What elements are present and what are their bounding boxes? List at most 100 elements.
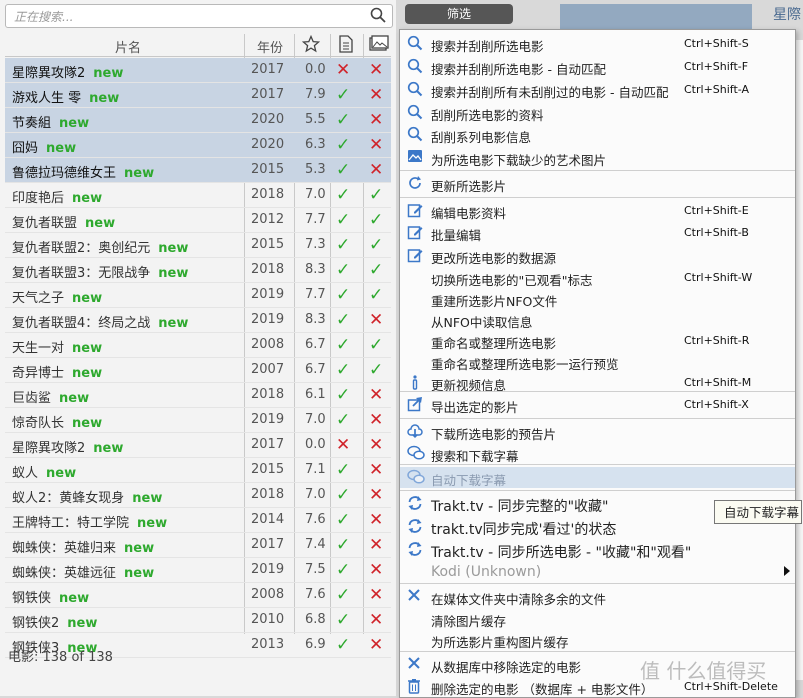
new-badge: new bbox=[46, 466, 77, 481]
movie-year: 2020 bbox=[251, 137, 285, 152]
menu-item-label: 清除图片缓存 bbox=[431, 614, 507, 629]
new-badge: new bbox=[124, 566, 155, 581]
refresh-icon bbox=[407, 175, 425, 191]
menu-item[interactable]: 为所选影片重构图片缓存 bbox=[400, 629, 795, 650]
menu-item[interactable]: 重命名或整理所选电影一运行预览 bbox=[400, 351, 795, 372]
check-icon: ✓ bbox=[336, 610, 351, 630]
movie-year: 2019 bbox=[251, 562, 285, 577]
filter-button[interactable]: 筛选 bbox=[405, 4, 513, 24]
menu-item[interactable]: 搜索并刮削所选电影 Ctrl+Shift-S bbox=[400, 33, 795, 54]
table-row[interactable]: 游戏人生 零 new 2017 7.9 ✓ ✕ bbox=[5, 83, 391, 108]
table-row[interactable]: 复仇者联盟3：无限战争 new 2018 8.3 ✓ ✓ bbox=[5, 258, 391, 283]
menu-item[interactable]: 导出选定的影片 Ctrl+Shift-X bbox=[400, 394, 795, 415]
menu-item[interactable]: 从NFO中读取信息 bbox=[400, 309, 795, 330]
cross-icon: ✕ bbox=[369, 535, 384, 555]
table-row[interactable]: 钢铁侠2 new 2010 6.8 ✓ ✕ bbox=[5, 608, 391, 633]
menu-item[interactable]: 清除图片缓存 bbox=[400, 608, 795, 629]
search-icon[interactable] bbox=[370, 7, 386, 27]
check-icon: ✓ bbox=[336, 410, 351, 430]
menu-item[interactable]: 下载所选电影的预告片 bbox=[400, 421, 795, 442]
menu-item[interactable]: 搜索和下载字幕 bbox=[400, 443, 795, 464]
menu-item-label: 从数据库中移除选定的电影 bbox=[431, 660, 582, 675]
menu-item[interactable]: 刮削所选电影的资料 bbox=[400, 102, 795, 123]
menu-item[interactable]: 更改所选电影的数据源 bbox=[400, 245, 795, 266]
table-row[interactable]: 复仇者联盟4：终局之战 new 2019 8.3 ✓ ✕ bbox=[5, 308, 391, 333]
menu-item-label: 在媒体文件夹中清除多余的文件 bbox=[431, 592, 607, 607]
check-icon: ✓ bbox=[336, 510, 351, 530]
title-cell: 囧妈 new bbox=[12, 137, 76, 156]
table-row[interactable]: 囧妈 new 2020 6.3 ✓ ✕ bbox=[5, 133, 391, 158]
table-row[interactable]: 复仇者联盟 new 2012 7.7 ✓ ✓ bbox=[5, 208, 391, 233]
menu-item[interactable]: 搜索并刮削所有未刮削过的电影 - 自动匹配 Ctrl+Shift-A bbox=[400, 79, 795, 100]
table-row[interactable]: 鲁德拉玛德维女王 new 2015 5.3 ✓ ✕ bbox=[5, 158, 391, 183]
search-icon bbox=[407, 81, 425, 97]
menu-item[interactable]: 更新所选影片 bbox=[400, 173, 795, 194]
menu-item[interactable]: 更新视频信息 Ctrl+Shift-M bbox=[400, 372, 795, 393]
movie-title: 复仇者联盟3：无限战争 bbox=[12, 266, 151, 281]
check-icon: ✓ bbox=[369, 235, 384, 255]
table-row[interactable]: 天生一对 new 2008 6.7 ✓ ✓ bbox=[5, 333, 391, 358]
movie-title: 惊奇队长 bbox=[12, 416, 65, 431]
menu-item[interactable]: 为所选电影下载缺少的艺术图片 bbox=[400, 147, 795, 168]
table-row[interactable]: 节奏組 new 2020 5.5 ✓ ✕ bbox=[5, 108, 391, 133]
movie-year: 2010 bbox=[251, 612, 285, 627]
tooltip: 自动下载字幕 bbox=[714, 500, 802, 524]
cross-icon: ✕ bbox=[369, 135, 384, 155]
table-row[interactable]: 蜘蛛侠：英雄归来 new 2017 7.4 ✓ ✕ bbox=[5, 533, 391, 558]
check-icon: ✓ bbox=[369, 185, 384, 205]
check-icon: ✓ bbox=[336, 85, 351, 105]
watermark: 值 什么值得买 bbox=[640, 659, 767, 683]
image-icon[interactable] bbox=[369, 35, 389, 57]
menu-item[interactable]: 编辑电影资料 Ctrl+Shift-E bbox=[400, 200, 795, 221]
menu-item-shortcut: Ctrl+Shift-F bbox=[684, 60, 749, 73]
table-row[interactable]: 星際異攻隊2 new 2017 0.0 ✕ ✕ bbox=[5, 433, 391, 458]
new-badge: new bbox=[158, 266, 189, 281]
table-row[interactable]: 印度艳后 new 2018 7.0 ✓ ✓ bbox=[5, 183, 391, 208]
menu-item-label: 更改所选电影的数据源 bbox=[431, 251, 557, 266]
new-badge: new bbox=[67, 616, 98, 631]
menu-item[interactable]: 刮削系列电影信息 bbox=[400, 124, 795, 145]
table-row[interactable]: 蜘蛛侠：英雄远征 new 2019 7.5 ✓ ✕ bbox=[5, 558, 391, 583]
search-input[interactable]: 正在搜索... bbox=[14, 8, 73, 25]
menu-item[interactable]: Trakt.tv - 同步所选电影 - "收藏"和"观看" bbox=[400, 539, 795, 561]
column-title[interactable]: 片名 bbox=[115, 37, 141, 56]
movie-year: 2007 bbox=[251, 362, 285, 377]
table-row[interactable]: 天气之子 new 2019 7.7 ✓ ✓ bbox=[5, 283, 391, 308]
movie-year: 2008 bbox=[251, 337, 285, 352]
menu-item-label: 刮削所选电影的资料 bbox=[431, 108, 544, 123]
table-row[interactable]: 蚁人2：黄蜂女现身 new 2018 7.0 ✓ ✕ bbox=[5, 483, 391, 508]
movie-rating: 0.0 bbox=[305, 437, 326, 452]
star-icon[interactable] bbox=[301, 34, 321, 57]
title-cell: 巨齿鲨 new bbox=[12, 387, 89, 406]
menu-item[interactable]: 重建所选影片NFO文件 bbox=[400, 288, 795, 309]
table-row[interactable]: 惊奇队长 new 2019 7.0 ✓ ✕ bbox=[5, 408, 391, 433]
document-icon[interactable] bbox=[338, 35, 354, 57]
table-row[interactable]: 王牌特工：特工学院 new 2014 7.6 ✓ ✕ bbox=[5, 508, 391, 533]
table-row[interactable]: 星際異攻隊2 new 2017 0.0 ✕ ✕ bbox=[5, 58, 391, 83]
check-icon: ✓ bbox=[336, 585, 351, 605]
movie-year: 2019 bbox=[251, 412, 285, 427]
table-row[interactable]: 奇异博士 new 2007 6.7 ✓ ✓ bbox=[5, 358, 391, 383]
table-row[interactable]: 巨齿鲨 new 2018 6.1 ✓ ✕ bbox=[5, 383, 391, 408]
movie-title: 王牌特工：特工学院 bbox=[12, 516, 130, 531]
column-year[interactable]: 年份 bbox=[257, 37, 283, 56]
search-box[interactable]: 正在搜索... bbox=[5, 4, 393, 28]
menu-item[interactable]: 切换所选电影的"已观看"标志 Ctrl+Shift-W bbox=[400, 267, 795, 288]
title-cell: 天生一对 new bbox=[12, 337, 102, 356]
menu-separator bbox=[400, 418, 795, 419]
movie-rating: 7.6 bbox=[305, 512, 326, 527]
submenu-arrow-icon bbox=[783, 565, 791, 581]
menu-item[interactable]: 重命名或整理所选电影 Ctrl+Shift-R bbox=[400, 330, 795, 351]
menu-item[interactable]: 在媒体文件夹中清除多余的文件 bbox=[400, 586, 795, 607]
table-row[interactable]: 钢铁侠 new 2008 7.6 ✓ ✕ bbox=[5, 583, 391, 608]
table-row[interactable]: 复仇者联盟2：奥创纪元 new 2015 7.3 ✓ ✓ bbox=[5, 233, 391, 258]
movie-year: 2017 bbox=[251, 537, 285, 552]
movie-year: 2017 bbox=[251, 437, 285, 452]
new-badge: new bbox=[93, 66, 124, 81]
menu-item[interactable]: 自动下载字幕 bbox=[400, 467, 795, 488]
menu-item[interactable]: 搜索并刮削所选电影 - 自动匹配 Ctrl+Shift-F bbox=[400, 56, 795, 77]
movie-year: 2008 bbox=[251, 587, 285, 602]
menu-item[interactable]: 批量编辑 Ctrl+Shift-B bbox=[400, 222, 795, 243]
table-row[interactable]: 蚁人 new 2015 7.1 ✓ ✕ bbox=[5, 458, 391, 483]
movie-rating: 6.3 bbox=[305, 137, 326, 152]
